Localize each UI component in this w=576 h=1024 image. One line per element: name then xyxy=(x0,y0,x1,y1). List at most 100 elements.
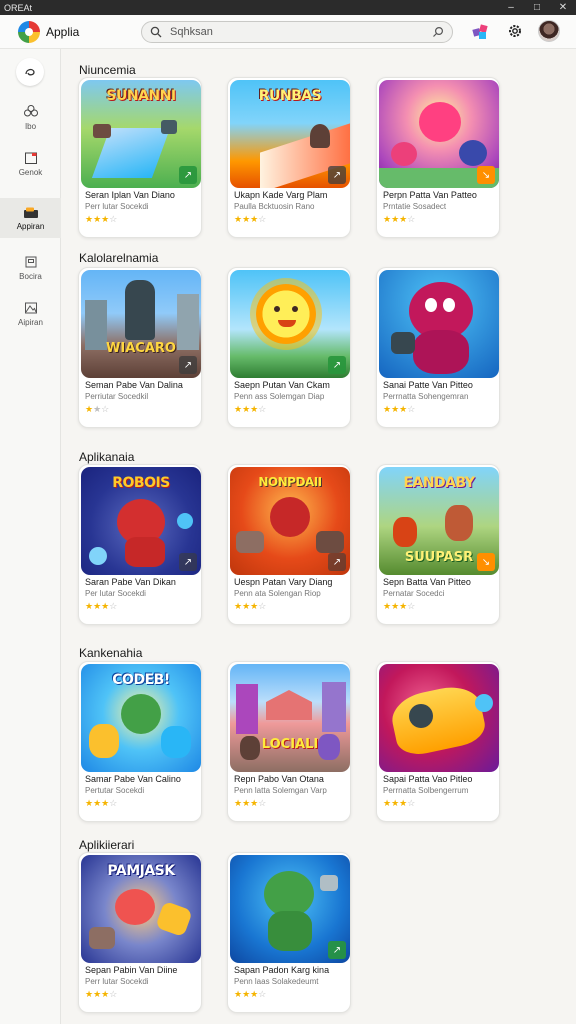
app-header: Applia xyxy=(0,15,576,49)
card-subtitle: Per lutar Socekdi xyxy=(85,589,146,598)
app-artwork: ↘ xyxy=(379,80,499,188)
section-title: Kalolarelnamia xyxy=(79,251,159,265)
card-subtitle: Perrnatta Solbengerrum xyxy=(383,786,469,795)
star-rating: ★★★☆ xyxy=(234,798,267,808)
card-subtitle: Paulla Bcktuosin Rano xyxy=(234,202,315,211)
download-icon[interactable]: ↘ xyxy=(477,166,495,184)
art-banner: RUNBAS xyxy=(258,88,322,104)
sidebar-item-label: Bocira xyxy=(19,271,42,281)
window-title: OREAt xyxy=(4,2,33,13)
app-logo[interactable] xyxy=(18,20,40,43)
expand-icon[interactable]: ↗ xyxy=(328,553,346,571)
app-artwork: EANDABY SUUPASR ↘ xyxy=(379,467,499,575)
art-banner: WIACARO xyxy=(106,341,176,356)
app-card[interactable]: EANDABY SUUPASR ↘ Sepn Batta Van Pitteo … xyxy=(376,464,500,625)
app-card[interactable]: WIACARO ↗ Seman Pabe Van Dalina Perriuta… xyxy=(78,267,202,428)
app-artwork: PAMJASK xyxy=(81,855,201,963)
card-title: Ukapn Kade Varg Plam xyxy=(234,190,328,200)
card-title: Seran Iplan Van Diano xyxy=(85,190,175,200)
section-title: Niuncemia xyxy=(79,63,136,77)
art-banner: CODEB! xyxy=(112,672,170,688)
app-card[interactable]: LOCIALI Repn Pabo Van Otana Penn latta S… xyxy=(227,661,351,822)
card-subtitle: Perr lutar Socekdi xyxy=(85,977,149,986)
apps-icon[interactable] xyxy=(470,20,492,42)
expand-icon[interactable]: ↗ xyxy=(179,553,197,571)
star-rating: ★★★☆ xyxy=(85,989,118,999)
card-title: Saepn Putan Van Ckam xyxy=(234,380,330,390)
sidebar-item-ibo[interactable]: Ibo xyxy=(0,97,61,137)
search-bar[interactable] xyxy=(141,21,453,43)
app-title: Applia xyxy=(46,24,80,39)
card-title: Repn Pabo Van Otana xyxy=(234,774,324,784)
star-rating: ★★★☆ xyxy=(383,601,416,611)
app-card[interactable]: ROBOIS ↗ Saran Pabe Van Dikan Per lutar … xyxy=(78,464,202,625)
sidebar-item-appiran[interactable]: Appiran xyxy=(0,198,61,238)
card-subtitle: Pernatar Socedci xyxy=(383,589,445,598)
card-title: Perpn Patta Van Patteo xyxy=(383,190,477,200)
avatar[interactable] xyxy=(538,20,560,42)
download-icon[interactable]: ↗ xyxy=(328,941,346,959)
card-title: Samar Pabe Van Calino xyxy=(85,774,181,784)
card-subtitle: Penn latta Solemgan Varp xyxy=(234,786,327,795)
card-title: Seman Pabe Van Dalina xyxy=(85,380,183,390)
app-card[interactable]: ↗ Saepn Putan Van Ckam Penn ass Solemgan… xyxy=(227,267,351,428)
app-card[interactable]: PAMJASK Sepan Pabin Van Diine Perr lutar… xyxy=(78,852,202,1013)
star-rating: ★★☆ xyxy=(85,404,110,414)
card-title: Sapai Patta Vao Pitleo xyxy=(383,774,473,784)
app-card[interactable]: ↘ Perpn Patta Van Patteo Prntatie Sosade… xyxy=(376,77,500,238)
mic-icon[interactable] xyxy=(432,26,444,38)
close-button[interactable]: ✕ xyxy=(550,0,576,15)
app-artwork: SUNANNI ↗ xyxy=(81,80,201,188)
app-artwork: LOCIALI xyxy=(230,664,350,772)
home-icon[interactable] xyxy=(16,58,44,86)
maximize-button[interactable]: □ xyxy=(524,0,550,15)
card-title: Sapan Padon Karg kina xyxy=(234,965,330,975)
card-subtitle: Penn laas Solakedeumt xyxy=(234,977,319,986)
app-artwork: NONPDAII ↗ xyxy=(230,467,350,575)
card-subtitle: Penn ata Solengan Riop xyxy=(234,589,321,598)
card-subtitle: Perr lutar Socekdi xyxy=(85,202,149,211)
flower-icon xyxy=(23,104,38,116)
sidebar-item-label: Appiran xyxy=(16,221,45,231)
app-card[interactable]: CODEB! Samar Pabe Van Calino Pertutar So… xyxy=(78,661,202,822)
app-card[interactable]: RUNBAS ↗ Ukapn Kade Varg Plam Paulla Bck… xyxy=(227,77,351,238)
search-input[interactable] xyxy=(170,26,432,38)
star-rating: ★★★☆ xyxy=(383,404,416,414)
sidebar-item-label: Aipiran xyxy=(18,317,43,327)
download-icon[interactable]: ↗ xyxy=(328,356,346,374)
star-rating: ★★★☆ xyxy=(85,798,118,808)
star-rating: ★★★☆ xyxy=(85,214,118,224)
app-card[interactable]: NONPDAII ↗ Uespn Patan Vary Diang Penn a… xyxy=(227,464,351,625)
settings-icon[interactable] xyxy=(504,20,526,42)
card-title: Sepan Pabin Van Diine xyxy=(85,965,178,975)
app-artwork: CODEB! xyxy=(81,664,201,772)
sidebar-item-aipiran[interactable]: Aipiran xyxy=(0,293,61,333)
card-title: Uespn Patan Vary Diang xyxy=(234,577,333,587)
sidebar-item-genok[interactable]: Genok xyxy=(0,143,61,183)
app-card[interactable]: ↗ Sapan Padon Karg kina Penn laas Solake… xyxy=(227,852,351,1013)
main-content: Niuncemia SUNANNI ↗ Seran Iplan Van Dian… xyxy=(61,49,576,1024)
calendar-icon xyxy=(24,152,37,164)
card-title: Sepn Batta Van Pitteo xyxy=(383,577,471,587)
download-icon[interactable]: ↗ xyxy=(179,166,197,184)
download-icon[interactable]: ↘ xyxy=(477,553,495,571)
art-banner: ROBOIS xyxy=(112,475,170,491)
window-titlebar: OREAt – □ ✕ xyxy=(0,0,576,15)
art-banner: SUNANNI xyxy=(106,88,176,104)
app-artwork: ROBOIS ↗ xyxy=(81,467,201,575)
app-artwork xyxy=(379,664,499,772)
app-artwork: RUNBAS ↗ xyxy=(230,80,350,188)
expand-icon[interactable]: ↗ xyxy=(179,356,197,374)
app-card[interactable]: Sapai Patta Vao Pitleo Perrnatta Solbeng… xyxy=(376,661,500,822)
minimize-button[interactable]: – xyxy=(498,0,524,15)
card-subtitle: Prntatie Sosadect xyxy=(383,202,447,211)
app-card[interactable]: Sanai Patte Van Pitteo Perrnatta Sohenge… xyxy=(376,267,500,428)
sidebar-item-label: Genok xyxy=(18,167,43,177)
card-subtitle: Perrnatta Sohengemran xyxy=(383,392,469,401)
sidebar-item-label: Ibo xyxy=(24,121,37,131)
expand-icon[interactable]: ↗ xyxy=(328,166,346,184)
sidebar-item-bocira[interactable]: Bocira xyxy=(0,247,61,287)
card-title: Sanai Patte Van Pitteo xyxy=(383,380,473,390)
star-rating: ★★★☆ xyxy=(383,214,416,224)
app-card[interactable]: SUNANNI ↗ Seran Iplan Van Diano Perr lut… xyxy=(78,77,202,238)
